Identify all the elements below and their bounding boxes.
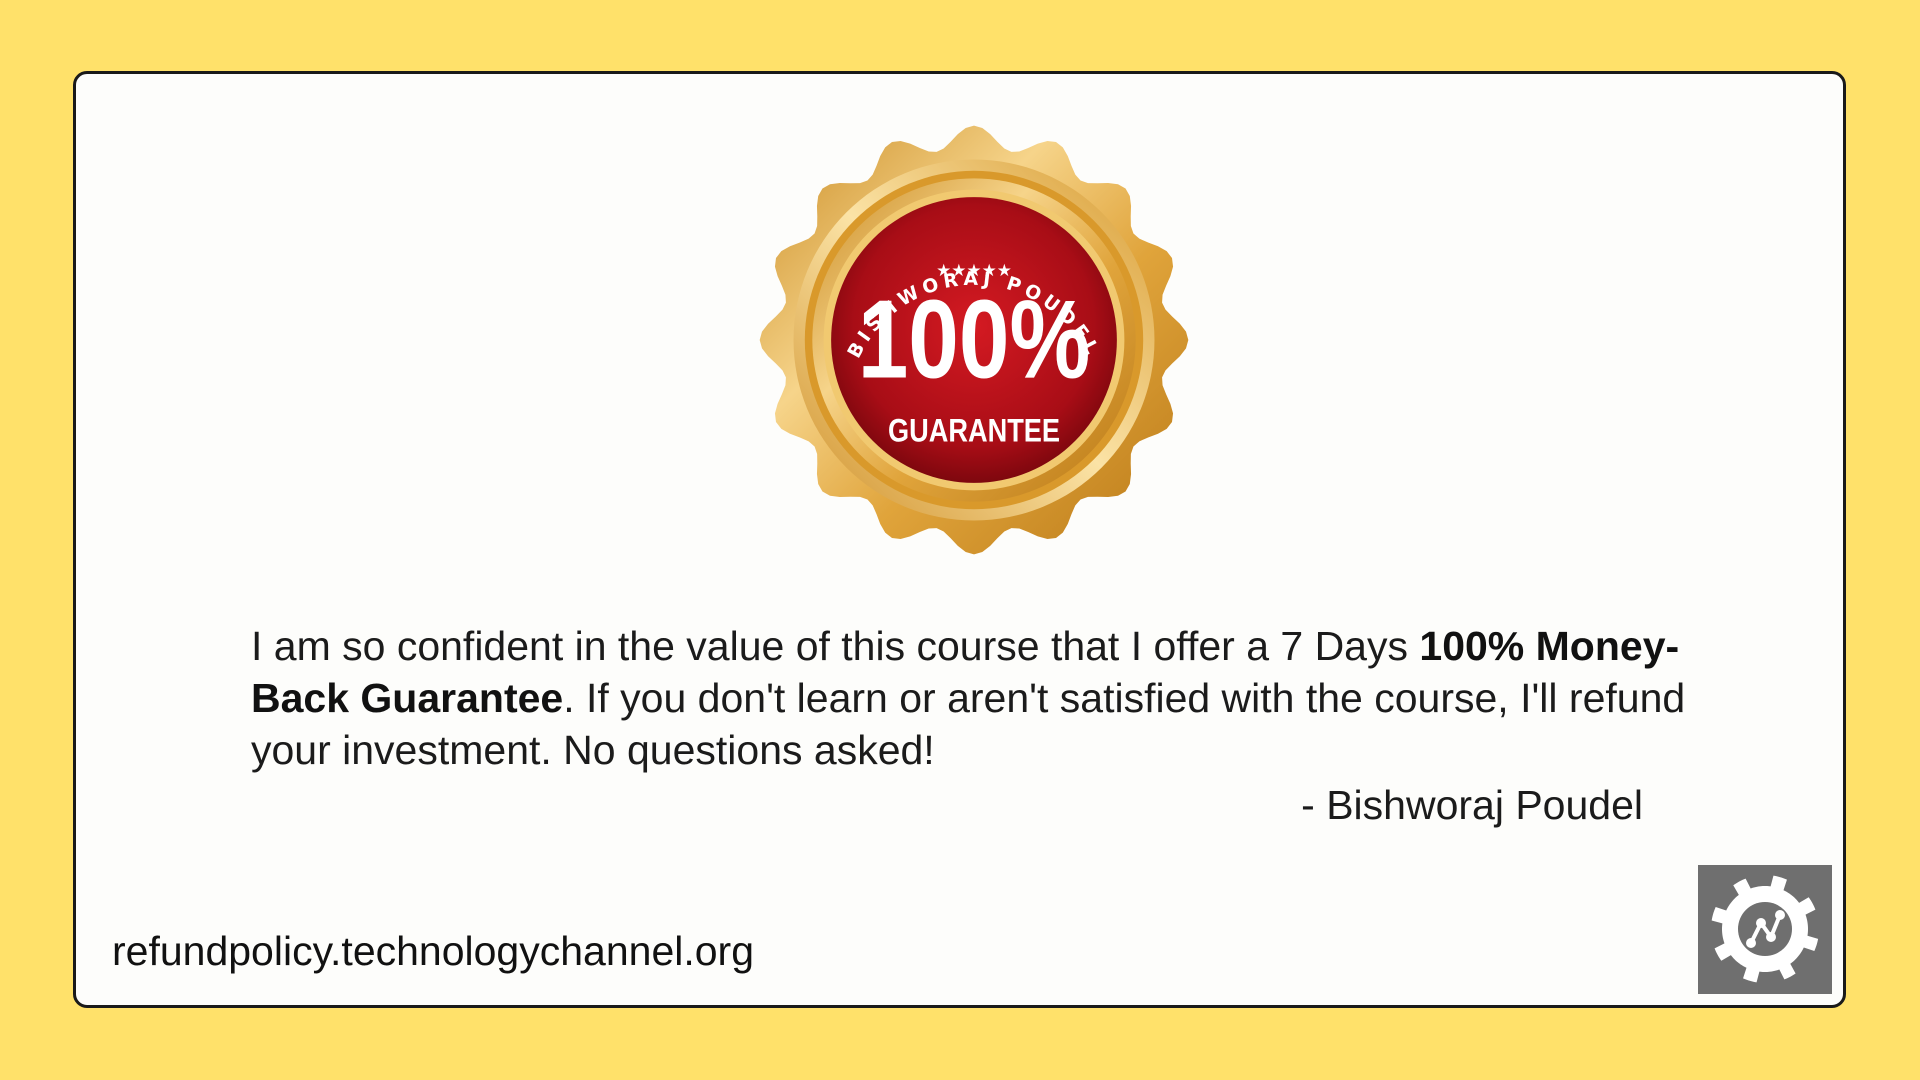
guarantee-card: BISHWORAJ POUDEL ★★★★★ 100% GUARANTEE I … bbox=[73, 71, 1846, 1008]
message-text-start: I am so confident in the value of this c… bbox=[251, 623, 1420, 669]
guarantee-seal-icon: BISHWORAJ POUDEL ★★★★★ 100% GUARANTEE bbox=[739, 105, 1209, 575]
seal-percent: 100% bbox=[858, 278, 1091, 402]
site-url: refundpolicy.technologychannel.org bbox=[112, 928, 755, 974]
author-signature: - Bishworaj Poudel bbox=[1301, 782, 1643, 828]
gear-network-icon bbox=[1698, 865, 1832, 994]
guarantee-message: I am so confident in the value of this c… bbox=[251, 620, 1721, 776]
seal-label: GUARANTEE bbox=[888, 414, 1060, 450]
seal-stars: ★★★★★ bbox=[936, 260, 1012, 280]
